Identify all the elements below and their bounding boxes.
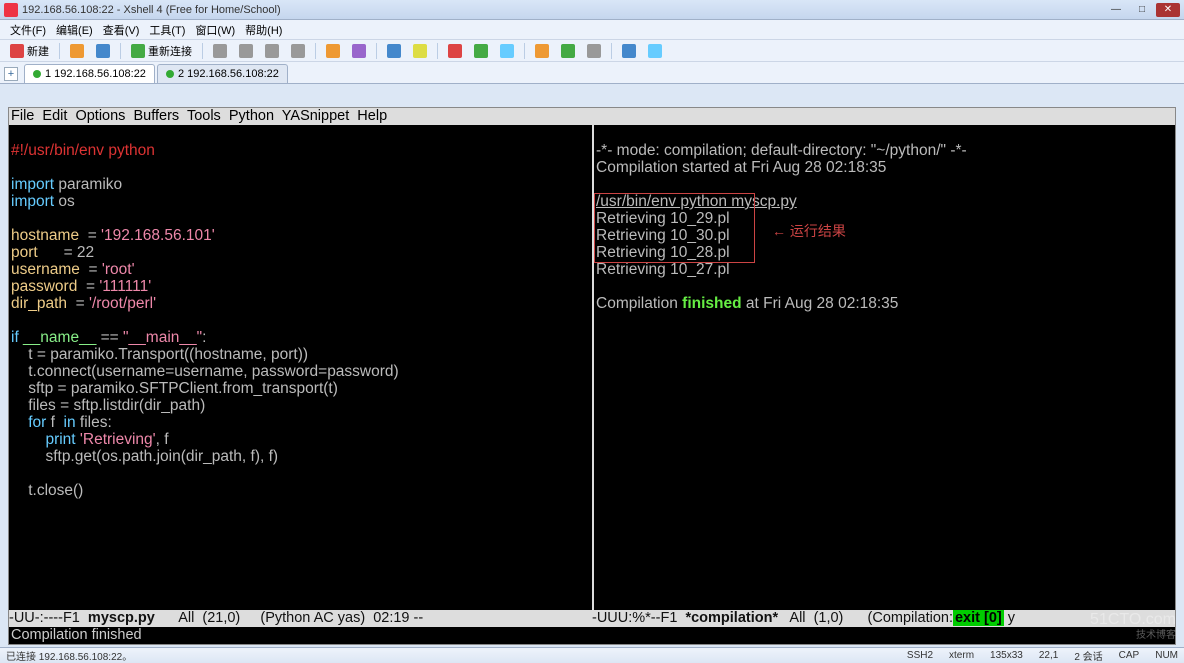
reconnect-icon [131,44,145,58]
reconnect-button[interactable]: 重新连接 [127,42,196,60]
titlebar: 192.168.56.108:22 - Xshell 4 (Free for H… [0,0,1184,20]
tb-font[interactable] [322,43,344,59]
compilation-pane[interactable]: -*- mode: compilation; default-directory… [592,125,1175,610]
e-icon [561,44,575,58]
maximize-button[interactable]: □ [1130,3,1154,17]
menu-file[interactable]: 文件(F) [6,21,50,39]
save-button[interactable] [92,43,114,59]
toolbar-main: 新建 重新连接 [0,40,1184,62]
open-button[interactable] [66,43,88,59]
b-icon [474,44,488,58]
menu-window[interactable]: 窗口(W) [191,21,239,39]
tb-paste[interactable] [261,43,283,59]
tb-prop[interactable] [383,43,405,59]
editor-pane[interactable]: #!/usr/bin/env python import paramiko im… [9,125,592,610]
status-size: 135x33 [990,650,1023,661]
tb-e[interactable] [557,43,579,59]
color-icon [352,44,366,58]
g-icon [622,44,636,58]
app-menu: 文件(F) 编辑(E) 查看(V) 工具(T) 窗口(W) 帮助(H) [0,20,1184,40]
result-highlight-box [594,193,755,263]
modeline-left: -UU-:----F1 myscp.py All (21,0) (Python … [9,610,592,627]
prop-icon [387,44,401,58]
status-dot-icon [166,70,174,78]
key-icon [413,44,427,58]
status-dot-icon [33,70,41,78]
window-title: 192.168.56.108:22 - Xshell 4 (Free for H… [22,4,281,16]
find-icon [291,44,305,58]
tab-1[interactable]: 1 192.168.56.108:22 [24,64,155,83]
tb-copy[interactable] [235,43,257,59]
tb-cut[interactable] [209,43,231,59]
status-pos: 22,1 [1039,650,1058,661]
open-icon [70,44,84,58]
tb-a[interactable] [444,43,466,59]
paste-icon [265,44,279,58]
tb-color[interactable] [348,43,370,59]
menu-help[interactable]: 帮助(H) [241,21,286,39]
status-ssh: SSH2 [907,650,933,661]
tb-c[interactable] [496,43,518,59]
menu-tools[interactable]: 工具(T) [145,21,189,39]
font-icon [326,44,340,58]
tb-g[interactable] [618,43,640,59]
menu-view[interactable]: 查看(V) [99,21,144,39]
tab-2[interactable]: 2 192.168.56.108:22 [157,64,288,83]
status-cap: CAP [1119,650,1140,661]
d-icon [535,44,549,58]
new-icon [10,44,24,58]
app-icon [4,3,18,17]
tb-key[interactable] [409,43,431,59]
new-tab-button[interactable]: + [4,67,18,81]
cut-icon [213,44,227,58]
tb-d[interactable] [531,43,553,59]
c-icon [500,44,514,58]
copy-icon [239,44,253,58]
minibuffer[interactable]: Compilation finished [9,627,1175,644]
a-icon [448,44,462,58]
modeline-right: -UUU:%*--F1 *compilation* All (1,0) (Com… [592,610,1175,627]
statusbar: 已连接 192.168.56.108:22。 SSH2 xterm 135x33… [0,647,1184,663]
tb-find[interactable] [287,43,309,59]
terminal[interactable]: File Edit Options Buffers Tools Python Y… [8,107,1176,645]
watermark: 51CTO.com技术博客 [1090,613,1176,643]
status-term: xterm [949,650,974,661]
emacs-menu[interactable]: File Edit Options Buffers Tools Python Y… [9,108,1175,125]
minimize-button[interactable]: — [1104,3,1128,17]
menu-edit[interactable]: 编辑(E) [52,21,97,39]
f-icon [587,44,601,58]
tb-f[interactable] [583,43,605,59]
tb-help[interactable] [644,43,666,59]
result-annotation: 运行结果 [772,223,846,240]
save-icon [96,44,110,58]
help-icon [648,44,662,58]
status-num: NUM [1155,650,1178,661]
session-tabs: + 1 192.168.56.108:22 2 192.168.56.108:2… [0,62,1184,84]
close-button[interactable]: ✕ [1156,3,1180,17]
new-button[interactable]: 新建 [6,42,53,60]
status-sessions: 2 会话 [1074,648,1102,663]
status-connection: 已连接 192.168.56.108:22。 [6,648,132,663]
tb-b[interactable] [470,43,492,59]
